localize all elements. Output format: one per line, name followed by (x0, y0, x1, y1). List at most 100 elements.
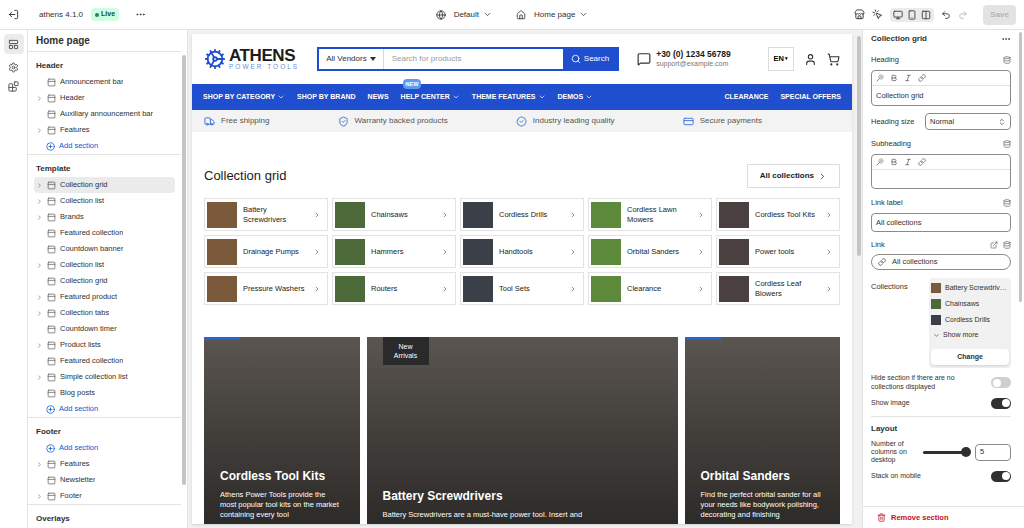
subheading-editor[interactable] (871, 154, 1011, 189)
mobile-icon[interactable] (907, 10, 917, 20)
dynamic-source-icon[interactable] (1003, 56, 1011, 64)
save-button[interactable]: Save (983, 5, 1016, 25)
more-icon[interactable] (135, 9, 146, 20)
toggle-switch[interactable] (991, 471, 1011, 482)
cart-icon[interactable] (827, 53, 840, 66)
show-more-button[interactable]: Show more (931, 328, 1009, 342)
link-label-input[interactable]: All collections (871, 213, 1011, 232)
all-collections-button[interactable]: All collections (747, 164, 840, 188)
magic-icon[interactable] (876, 74, 884, 82)
nav-item[interactable]: THEME FEATURES (472, 92, 546, 103)
collection-card[interactable]: Cordless Leaf Blowers (716, 272, 840, 305)
nav-item[interactable]: CLEARANCE (725, 92, 769, 103)
sidebar-item[interactable]: Features (34, 456, 175, 472)
sidebar-item[interactable]: Blog posts (34, 385, 175, 401)
apps-icon[interactable] (8, 81, 19, 92)
nav-item[interactable]: NEWS (368, 92, 389, 103)
collection-card[interactable]: Cordless Tool Kits (716, 198, 840, 231)
collection-item[interactable]: Chainsaws (931, 296, 1009, 312)
nav-item[interactable]: SHOP BY BRAND (297, 92, 355, 103)
collection-card[interactable]: Routers (332, 272, 456, 305)
bold-icon[interactable] (890, 74, 898, 82)
page-select[interactable]: Home page (516, 9, 588, 21)
sidebar-item[interactable]: Collection grid (34, 273, 175, 289)
banner-card[interactable]: New ArrivalsBattery ScrewdriversBattery … (367, 337, 678, 524)
add-section-button[interactable]: Add section (34, 401, 175, 417)
collection-card[interactable]: Drainage Pumps (204, 235, 328, 268)
more-icon[interactable] (1001, 34, 1011, 44)
nav-item[interactable]: DEMOS (558, 92, 594, 103)
collection-card[interactable]: Handtools (460, 235, 584, 268)
link-icon[interactable] (918, 74, 926, 82)
sidebar-item[interactable]: Newsletter (34, 472, 175, 488)
sidebar-item[interactable]: Featured collection (34, 225, 175, 241)
sidebar-item[interactable]: Countdown timer (34, 321, 175, 337)
sidebar-scrollbar[interactable] (181, 30, 187, 528)
sidebar-item[interactable]: Featured collection (34, 353, 175, 369)
italic-icon[interactable] (904, 74, 912, 82)
magic-icon[interactable] (876, 158, 884, 166)
collection-card[interactable]: Cordless Drills (460, 198, 584, 231)
collection-card[interactable]: Tool Sets (460, 272, 584, 305)
banner-card[interactable]: Cordless Tool KitsAthens Power Tools pro… (204, 337, 360, 524)
collection-card[interactable]: Clearance (588, 272, 712, 305)
dynamic-source-icon[interactable] (1003, 140, 1011, 148)
sidebar-item[interactable]: Featured product (34, 289, 175, 305)
dynamic-source-icon[interactable] (1003, 241, 1011, 249)
heading-editor[interactable]: Collection grid (871, 70, 1011, 106)
redo-icon[interactable] (958, 10, 968, 20)
sidebar-item[interactable]: Collection tabs (34, 305, 175, 321)
undo-icon[interactable] (941, 10, 951, 20)
change-button[interactable]: Change (931, 349, 1009, 365)
sidebar-item[interactable]: Collection grid (34, 177, 175, 193)
sidebar-item[interactable]: Collection list (34, 257, 175, 273)
language-select[interactable]: EN▾ (768, 47, 794, 70)
link-icon[interactable] (918, 158, 926, 166)
columns-input[interactable]: 5 (975, 444, 1011, 461)
store-icon[interactable] (854, 9, 865, 20)
dynamic-source-icon[interactable] (1003, 199, 1011, 207)
vendor-select[interactable]: All Vendors (319, 49, 383, 69)
collection-card[interactable]: Power tools (716, 235, 840, 268)
sidebar-item[interactable]: Collection list (34, 193, 175, 209)
sidebar-item[interactable]: Product lists (34, 337, 175, 353)
collection-card[interactable]: Battery Screwdrivers (204, 198, 328, 231)
sections-icon[interactable] (8, 39, 19, 50)
link-input[interactable]: All collections (871, 254, 1011, 270)
fullwidth-icon[interactable] (921, 10, 931, 20)
toggle-switch[interactable] (991, 398, 1011, 409)
italic-icon[interactable] (904, 158, 912, 166)
collection-card[interactable]: Pressure Washers (204, 272, 328, 305)
search-input[interactable]: Search for products (384, 53, 563, 65)
sidebar-item[interactable]: Simple collection list (34, 369, 175, 385)
collection-item[interactable]: Battery Screwdrivers (931, 280, 1009, 296)
settings-icon[interactable] (8, 62, 19, 73)
collection-card[interactable]: Chainsaws (332, 198, 456, 231)
nav-item[interactable]: HELP CENTERNEW (401, 92, 460, 103)
bold-icon[interactable] (890, 158, 898, 166)
collection-item[interactable]: Cordless Drills (931, 312, 1009, 328)
columns-slider[interactable] (923, 451, 967, 454)
nav-item[interactable]: SHOP BY CATEGORY (203, 92, 285, 103)
sidebar-item[interactable]: Brands (34, 209, 175, 225)
add-section-button[interactable]: Add section (34, 440, 175, 456)
external-link-icon[interactable] (990, 241, 998, 249)
remove-section-button[interactable]: Remove section (863, 506, 1024, 528)
sidebar-item[interactable]: Announcement bar (34, 74, 175, 90)
banner-card[interactable]: Orbital SandersFind the perfect orbital … (685, 337, 841, 524)
inspector-scrollbar[interactable] (1019, 30, 1024, 506)
logo[interactable]: ATHENSPOWER TOOLS (204, 47, 299, 71)
add-section-button[interactable]: Add section (34, 138, 175, 154)
collection-card[interactable]: Orbital Sanders (588, 235, 712, 268)
toggle-switch[interactable] (991, 377, 1011, 388)
sidebar-item[interactable]: Auxiliary announcement bar (34, 106, 175, 122)
sidebar-item[interactable]: Header (34, 90, 175, 106)
account-icon[interactable] (804, 53, 817, 66)
sidebar-item[interactable]: Features (34, 122, 175, 138)
desktop-icon[interactable] (893, 10, 903, 20)
sidebar-item[interactable]: Countdown banner (34, 241, 175, 257)
heading-size-select[interactable]: Normal (925, 113, 1011, 130)
sidebar-item[interactable]: Footer (34, 488, 175, 504)
inspector-icon[interactable] (872, 9, 883, 20)
collection-card[interactable]: Hammers (332, 235, 456, 268)
